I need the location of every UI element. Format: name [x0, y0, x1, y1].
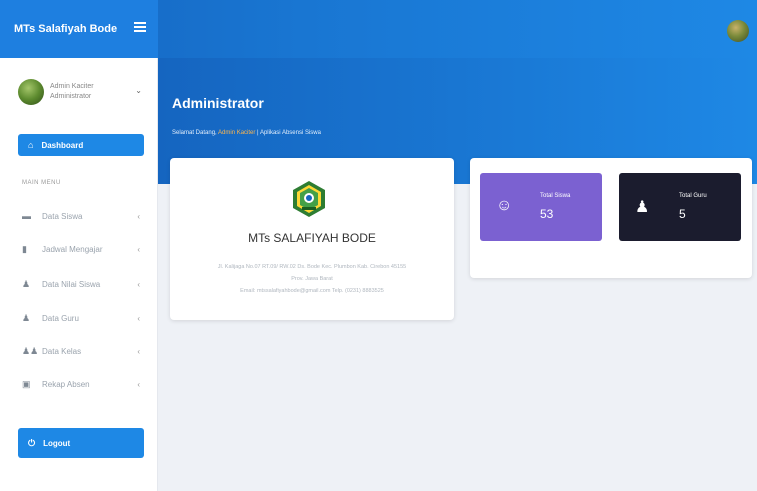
sidebar-item-rekap-absen[interactable]: ▣ Rekap Absen ‹ — [22, 376, 140, 392]
sidebar-item-label: Data Guru — [42, 313, 79, 323]
chevron-left-icon: ‹ — [137, 211, 140, 221]
school-name: MTs SALAFIYAH BODE — [248, 231, 376, 245]
chevron-left-icon: ‹ — [137, 244, 140, 254]
sidebar-item-label: Data Nilai Siswa — [42, 279, 101, 289]
sidebar-item-label: Data Siswa — [42, 211, 83, 221]
avatar — [18, 79, 44, 105]
folder-icon: ▬ — [22, 211, 31, 221]
stats-card: ☺ Total Siswa 53 ♟ Total Guru 5 — [470, 158, 752, 278]
chevron-left-icon: ‹ — [137, 346, 140, 356]
chevron-left-icon: ‹ — [137, 313, 140, 323]
chevron-left-icon: ‹ — [137, 379, 140, 389]
stat-value: 5 — [679, 207, 686, 221]
stat-total-guru[interactable]: ♟ Total Guru 5 — [619, 173, 741, 241]
stat-label: Total Siswa — [540, 193, 571, 199]
school-province: Prov. Jawa Barat — [291, 276, 333, 282]
user-icon: ♟ — [22, 312, 31, 323]
school-contact: Email: mtssalafiyahbode@gmail.com Telp. … — [240, 288, 384, 294]
user-tie-icon: ♟ — [635, 199, 650, 216]
sidebar: Admin Kaciter Administrator ⌄ ⌂ Dashboar… — [0, 58, 158, 491]
sidebar-item-jadwal-mengajar[interactable]: ▮ Jadwal Mengajar ‹ — [22, 241, 140, 257]
sidebar-item-data-siswa[interactable]: ▬ Data Siswa ‹ — [22, 208, 140, 224]
brand-label: MTs Salafiyah Bode — [14, 23, 118, 35]
stat-label: Total Guru — [679, 193, 707, 199]
stat-total-siswa[interactable]: ☺ Total Siswa 53 — [480, 173, 602, 241]
user-avatar-icon[interactable] — [727, 20, 749, 42]
page-title: Administrator — [172, 95, 264, 111]
logout-label: Logout — [43, 438, 71, 448]
home-icon: ⌂ — [28, 140, 34, 150]
section-label: MAIN MENU — [22, 180, 61, 186]
welcome-text: Selamat Datang, Admin Kaciter | Aplikasi… — [172, 130, 321, 136]
chevron-down-icon[interactable]: ⌄ — [135, 86, 142, 95]
sidebar-item-label: Data Kelas — [42, 346, 82, 356]
sidebar-item-data-kelas[interactable]: ♟♟ Data Kelas ‹ — [22, 343, 140, 359]
sidebar-item-data-nilai-siswa[interactable]: ♟ Data Nilai Siswa ‹ — [22, 276, 140, 292]
trash-icon: ▮ — [22, 243, 27, 254]
sidebar-item-dashboard[interactable]: ⌂ Dashboard — [18, 134, 144, 156]
users-icon: ♟♟ — [22, 345, 39, 356]
hamburger-icon[interactable] — [134, 22, 146, 32]
sidebar-item-label: Dashboard — [41, 140, 84, 150]
school-address: Jl. Kalijaga No.07 RT.09/ RW.02 Ds. Bode… — [217, 264, 407, 270]
user-icon: ☺ — [496, 197, 513, 214]
power-icon: ⏻ — [28, 437, 36, 448]
sidebar-item-data-guru[interactable]: ♟ Data Guru ‹ — [22, 310, 140, 326]
logout-button[interactable]: ⏻ Logout — [18, 428, 144, 458]
welcome-user-name: Admin Kaciter — [218, 130, 256, 136]
user-name: Admin Kaciter — [50, 83, 94, 90]
school-logo-icon — [293, 181, 325, 217]
app: MTs Salafiyah Bode Admin Kaciter Adminis… — [0, 0, 757, 491]
user-icon: ♟ — [22, 278, 31, 289]
stat-value: 53 — [540, 207, 554, 221]
chevron-left-icon: ‹ — [137, 279, 140, 289]
book-icon: ▣ — [22, 378, 31, 389]
sidebar-item-label: Rekap Absen — [42, 379, 90, 389]
school-info-card: MTs SALAFIYAH BODE Jl. Kalijaga No.07 RT… — [170, 158, 454, 320]
sidebar-item-label: Jadwal Mengajar — [42, 244, 103, 254]
user-panel[interactable]: Admin Kaciter Administrator ⌄ — [18, 68, 148, 116]
user-role: Administrator — [50, 93, 92, 100]
